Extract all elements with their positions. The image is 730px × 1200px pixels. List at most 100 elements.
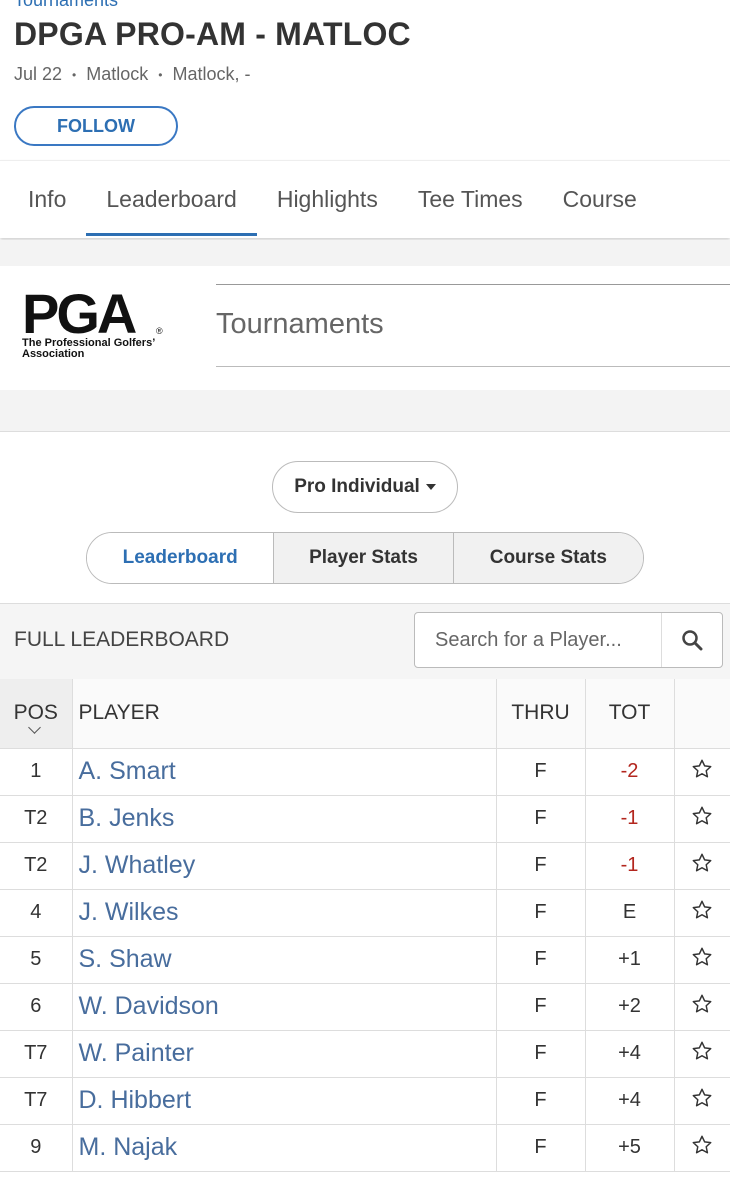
cell-total: +1 (585, 936, 675, 984)
separator-dot: • (158, 67, 163, 82)
cell-thru: F (496, 1030, 586, 1078)
cell-total: -2 (585, 748, 675, 796)
table-header-row: POS PLAYER THRU TOT (0, 679, 730, 749)
divider (216, 366, 730, 367)
tournament-tabs: Info Leaderboard Highlights Tee Times Co… (0, 160, 730, 238)
leaderboard-title: FULL LEADERBOARD (14, 628, 230, 651)
table-row[interactable]: 6 W. Davidson F +2 (0, 983, 730, 1031)
favorite-button[interactable] (674, 748, 730, 796)
cell-thru: F (496, 748, 586, 796)
table-row[interactable]: 9 M. Najak F +5 (0, 1124, 730, 1172)
cell-pos: 1 (0, 748, 73, 796)
cell-total: E (585, 889, 675, 937)
search-button[interactable] (661, 613, 722, 667)
star-outline-icon (692, 947, 712, 966)
tab-leaderboard[interactable]: Leaderboard (86, 161, 258, 238)
player-name-link[interactable]: S. Shaw (72, 936, 497, 984)
table-row[interactable]: T7 D. Hibbert F +4 (0, 1077, 730, 1125)
separator-dot: • (72, 67, 77, 82)
org-header: PGA ® The Professional Golfers’ Associat… (0, 266, 730, 390)
segment-leaderboard[interactable]: Leaderboard (87, 533, 274, 583)
tournament-meta: Jul 22 • Matlock • Matlock, - (14, 64, 250, 85)
player-name-link[interactable]: J. Wilkes (72, 889, 497, 937)
cell-pos: T7 (0, 1077, 73, 1125)
cell-total: -1 (585, 842, 675, 890)
player-name-link[interactable]: W. Painter (72, 1030, 497, 1078)
cell-pos: 6 (0, 983, 73, 1031)
cell-thru: F (496, 889, 586, 937)
star-outline-icon (692, 759, 712, 778)
dropdown-value: Pro Individual (294, 476, 420, 497)
star-outline-icon (692, 806, 712, 825)
player-name-link[interactable]: D. Hibbert (72, 1077, 497, 1125)
tournament-date: Jul 22 (14, 64, 63, 84)
column-header-favorite (674, 679, 730, 749)
star-outline-icon (692, 900, 712, 919)
table-row[interactable]: T2 J. Whatley F -1 (0, 842, 730, 890)
cell-total: -1 (585, 795, 675, 843)
favorite-button[interactable] (674, 889, 730, 937)
table-row[interactable]: T7 W. Painter F +4 (0, 1030, 730, 1078)
cell-pos: 5 (0, 936, 73, 984)
favorite-button[interactable] (674, 1124, 730, 1172)
favorite-button[interactable] (674, 936, 730, 984)
favorite-button[interactable] (674, 1030, 730, 1078)
player-name-link[interactable]: A. Smart (72, 748, 497, 796)
player-search (414, 612, 723, 668)
cell-thru: F (496, 1077, 586, 1125)
section-spacer (0, 390, 730, 432)
column-header-thru[interactable]: THRU (496, 679, 586, 749)
table-row[interactable]: 5 S. Shaw F +1 (0, 936, 730, 984)
follow-button[interactable]: FOLLOW (14, 106, 178, 146)
pga-logo-text: PGA (22, 282, 137, 345)
cell-thru: F (496, 936, 586, 984)
segment-player-stats[interactable]: Player Stats (273, 533, 453, 583)
player-name-link[interactable]: W. Davidson (72, 983, 497, 1031)
tournament-venue: Matlock (86, 64, 149, 84)
column-header-player[interactable]: PLAYER (72, 679, 497, 749)
tab-course[interactable]: Course (543, 161, 657, 238)
divider (216, 284, 730, 285)
cell-pos: T2 (0, 795, 73, 843)
favorite-button[interactable] (674, 983, 730, 1031)
player-name-link[interactable]: J. Whatley (72, 842, 497, 890)
pga-logo[interactable]: PGA ® The Professional Golfers’ Associat… (22, 282, 172, 360)
tab-tee-times[interactable]: Tee Times (398, 161, 543, 238)
player-name-link[interactable]: B. Jenks (72, 795, 497, 843)
column-header-pos[interactable]: POS (0, 679, 73, 749)
favorite-button[interactable] (674, 842, 730, 890)
cell-pos: 9 (0, 1124, 73, 1172)
cell-total: +4 (585, 1030, 675, 1078)
table-row[interactable]: T2 B. Jenks F -1 (0, 795, 730, 843)
star-outline-icon (692, 1088, 712, 1107)
cell-pos: T2 (0, 842, 73, 890)
page-title: DPGA PRO-AM - MATLOC (14, 16, 411, 52)
player-search-input[interactable] (415, 613, 661, 667)
table-row[interactable]: 1 A. Smart F -2 (0, 748, 730, 796)
view-segmented-control: Leaderboard Player Stats Course Stats (86, 532, 644, 584)
leaderboard-header: FULL LEADERBOARD (0, 603, 730, 679)
star-outline-icon (692, 1041, 712, 1060)
cell-thru: F (496, 983, 586, 1031)
cell-thru: F (496, 795, 586, 843)
star-outline-icon (692, 1135, 712, 1154)
tab-highlights[interactable]: Highlights (257, 161, 398, 238)
cell-pos: T7 (0, 1030, 73, 1078)
breadcrumb[interactable]: Tournaments (14, 0, 118, 11)
tournament-location: Matlock, - (172, 64, 251, 84)
pga-logo-subtitle-2: Association (22, 348, 85, 360)
segment-course-stats[interactable]: Course Stats (452, 533, 643, 583)
caret-down-icon (425, 484, 436, 490)
favorite-button[interactable] (674, 1077, 730, 1125)
column-header-pos-label: POS (13, 701, 58, 725)
cell-thru: F (496, 1124, 586, 1172)
tab-info[interactable]: Info (8, 161, 86, 238)
section-spacer (0, 240, 730, 266)
star-outline-icon (692, 994, 712, 1013)
column-header-tot[interactable]: TOT (585, 679, 675, 749)
cell-total: +2 (585, 983, 675, 1031)
player-name-link[interactable]: M. Najak (72, 1124, 497, 1172)
table-row[interactable]: 4 J. Wilkes F E (0, 889, 730, 937)
favorite-button[interactable] (674, 795, 730, 843)
category-dropdown[interactable]: Pro Individual (272, 461, 458, 513)
